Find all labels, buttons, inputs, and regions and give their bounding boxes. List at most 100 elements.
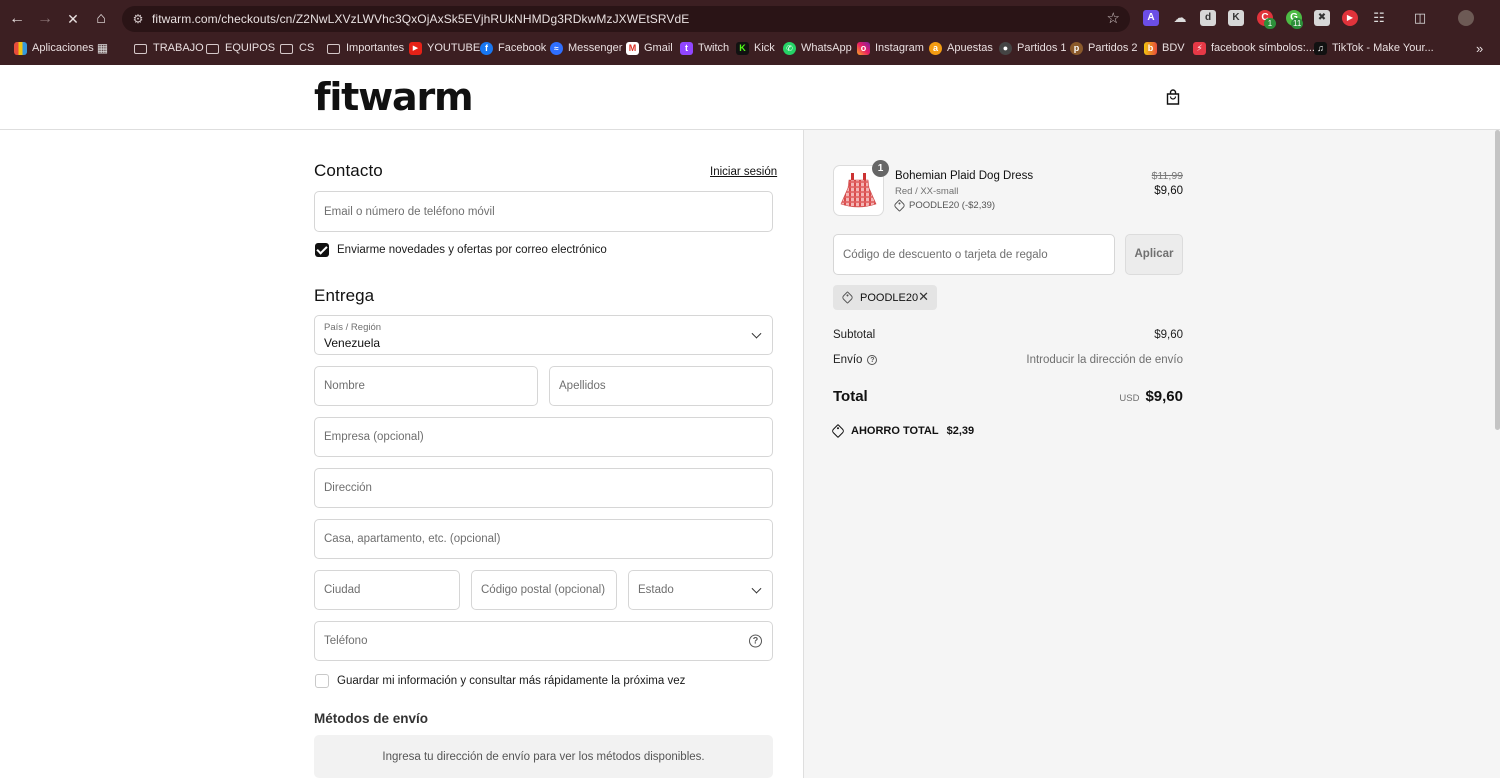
total-value: $9,60 <box>1145 388 1183 405</box>
city-placeholder: Ciudad <box>324 584 361 596</box>
cloud-extension-icon[interactable]: ☁ <box>1172 10 1188 26</box>
puzzle-extensions-icon[interactable]: ☷ <box>1371 10 1387 26</box>
bdv-icon: b <box>1144 41 1157 55</box>
bookmark-folder-equipos[interactable]: EQUIPOS <box>206 40 275 56</box>
login-link[interactable]: Iniciar sesión <box>710 166 777 178</box>
address-field[interactable]: Dirección <box>314 468 773 508</box>
store-logo[interactable]: fitwarm <box>314 75 474 119</box>
bookmark-twitch[interactable]: t Twitch <box>680 40 729 56</box>
bookmark-folder-trabajo[interactable]: TRABAJO <box>134 40 204 56</box>
help-circle-icon[interactable]: ? <box>867 355 878 365</box>
email-field[interactable]: Email o número de teléfono móvil <box>314 191 773 232</box>
subtotal-label: Subtotal <box>833 329 876 341</box>
last-name-field[interactable]: Apellidos <box>549 366 773 406</box>
bookmark-folder-importantes[interactable]: Importantes <box>327 40 404 56</box>
bookmark-label: Partidos 2 <box>1088 42 1138 54</box>
city-field[interactable]: Ciudad <box>314 570 460 610</box>
bookmark-label: TikTok - Make Your... <box>1332 42 1434 54</box>
phone-field[interactable]: Teléfono ? <box>314 621 773 661</box>
bookmark-whatsapp[interactable]: ✆ WhatsApp <box>783 40 852 56</box>
bookmark-label: Apuestas <box>947 42 993 54</box>
bookmark-label: facebook símbolos:... <box>1211 42 1315 54</box>
bookmark-kick[interactable]: K Kick <box>736 40 775 56</box>
partidos-icon: p <box>1070 41 1083 55</box>
postal-code-field[interactable]: Código postal (opcional) <box>471 570 617 610</box>
extension-d-icon[interactable]: d <box>1200 10 1216 26</box>
delivery-heading: Entrega <box>314 286 375 305</box>
shipping-label: Envío <box>833 354 863 366</box>
country-label: País / Región <box>324 322 382 333</box>
bookmark-label: BDV <box>1162 42 1185 54</box>
remove-discount-icon[interactable]: ✕ <box>918 290 929 304</box>
bookmark-label: Aplicaciones <box>32 42 94 54</box>
facebook-icon: f <box>480 41 493 55</box>
newsletter-checkbox[interactable] <box>315 243 329 257</box>
bookmark-star-icon[interactable]: ☆ <box>1107 10 1120 28</box>
bookmark-label: Messenger <box>568 42 623 54</box>
bookmark-facebook-simbolos[interactable]: ⚡ facebook símbolos:... <box>1193 40 1315 56</box>
shipping-methods-notice: Ingresa tu dirección de envío para ver l… <box>314 735 773 778</box>
bookmark-label: Twitch <box>698 42 730 54</box>
folder-icon <box>280 43 293 54</box>
bookmark-bdv[interactable]: b BDV <box>1144 40 1185 56</box>
more-bookmarks-icon[interactable]: » <box>1476 40 1483 56</box>
extension-x-icon[interactable]: ✖ <box>1314 10 1330 26</box>
bookmark-grid-icon-button[interactable]: ▦ <box>96 40 114 56</box>
soccer-icon: ● <box>999 41 1012 55</box>
product-discount-text: POODLE20 (-$2,39) <box>909 200 996 211</box>
extension-badge: 11 <box>1291 18 1304 29</box>
extension-a-icon[interactable]: A <box>1143 10 1159 26</box>
newsletter-label: Enviarme novedades y ofertas por correo … <box>337 244 607 256</box>
profile-avatar[interactable] <box>1458 10 1474 26</box>
chevron-down-icon <box>751 583 762 594</box>
bookmark-folder-cs[interactable]: CS <box>280 40 314 56</box>
bookmark-partidos-1[interactable]: ● Partidos 1 <box>999 40 1067 56</box>
youtube-extension-icon[interactable]: ▶ <box>1342 10 1358 26</box>
instagram-icon: o <box>857 41 870 55</box>
bookmark-gmail[interactable]: M Gmail <box>626 40 673 56</box>
stop-loading-icon[interactable]: ✕ <box>61 7 85 31</box>
site-info-icon[interactable]: ⚙ <box>130 11 146 27</box>
bookmark-label: Importantes <box>346 42 405 54</box>
original-price: $11,99 <box>1151 170 1183 182</box>
forward-arrow-icon[interactable]: → <box>33 7 57 31</box>
company-field[interactable]: Empresa (opcional) <box>314 417 773 457</box>
discount-code-input[interactable]: Código de descuento o tarjeta de regalo <box>833 234 1115 275</box>
bookmark-apuestas[interactable]: a Apuestas <box>929 40 993 56</box>
order-summary-panel <box>803 130 1500 778</box>
kick-icon: K <box>736 41 749 55</box>
bookmark-partidos-2[interactable]: p Partidos 2 <box>1070 40 1138 56</box>
first-name-field[interactable]: Nombre <box>314 366 538 406</box>
bookmark-apps[interactable]: Aplicaciones <box>14 40 94 56</box>
bookmark-youtube[interactable]: ▶ YOUTUBE <box>409 40 480 56</box>
bookmark-facebook[interactable]: f Facebook <box>480 40 546 56</box>
bookmark-instagram[interactable]: o Instagram <box>857 40 924 56</box>
bookmark-label: YOUTUBE <box>427 42 481 54</box>
help-circle-icon[interactable]: ? <box>749 634 762 648</box>
bookmarks-bar: Aplicaciones ▦ TRABAJO EQUIPOS CS Import… <box>0 37 1500 59</box>
scrollbar[interactable] <box>1495 130 1500 430</box>
extension-k-icon[interactable]: K <box>1228 10 1244 26</box>
bookmark-label: WhatsApp <box>801 42 852 54</box>
apartment-field[interactable]: Casa, apartamento, etc. (opcional) <box>314 519 773 559</box>
shipping-row-label: Envío? <box>833 354 878 366</box>
state-select[interactable]: Estado <box>628 570 773 610</box>
address-bar[interactable]: ⚙ fitwarm.com/checkouts/cn/Z2NwLXVzLWVhc… <box>122 6 1130 32</box>
bookmark-label: Gmail <box>644 42 673 54</box>
bookmark-label: TRABAJO <box>153 42 204 54</box>
applied-code-text: POODLE20 <box>860 291 919 304</box>
bookmark-messenger[interactable]: ≈ Messenger <box>550 40 622 56</box>
bookmark-tiktok[interactable]: ♫ TikTok - Make Your... <box>1314 40 1434 56</box>
apply-discount-button[interactable]: Aplicar <box>1125 234 1183 275</box>
youtube-icon: ▶ <box>409 41 422 55</box>
product-discount: POODLE20 (-$2,39) <box>893 199 996 212</box>
shopping-bag-icon[interactable] <box>1166 89 1180 105</box>
home-icon[interactable]: ⌂ <box>89 7 113 31</box>
save-info-checkbox[interactable] <box>315 674 329 688</box>
side-panel-icon[interactable]: ◫ <box>1412 10 1428 26</box>
back-arrow-icon[interactable]: ← <box>5 7 29 31</box>
country-select[interactable]: País / Región Venezuela <box>314 315 773 355</box>
bookmark-label: Facebook <box>498 42 547 54</box>
shipping-value: Introducir la dirección de envío <box>1026 354 1183 366</box>
url-text: fitwarm.com/checkouts/cn/Z2NwLXVzLWVhc3Q… <box>152 12 690 26</box>
